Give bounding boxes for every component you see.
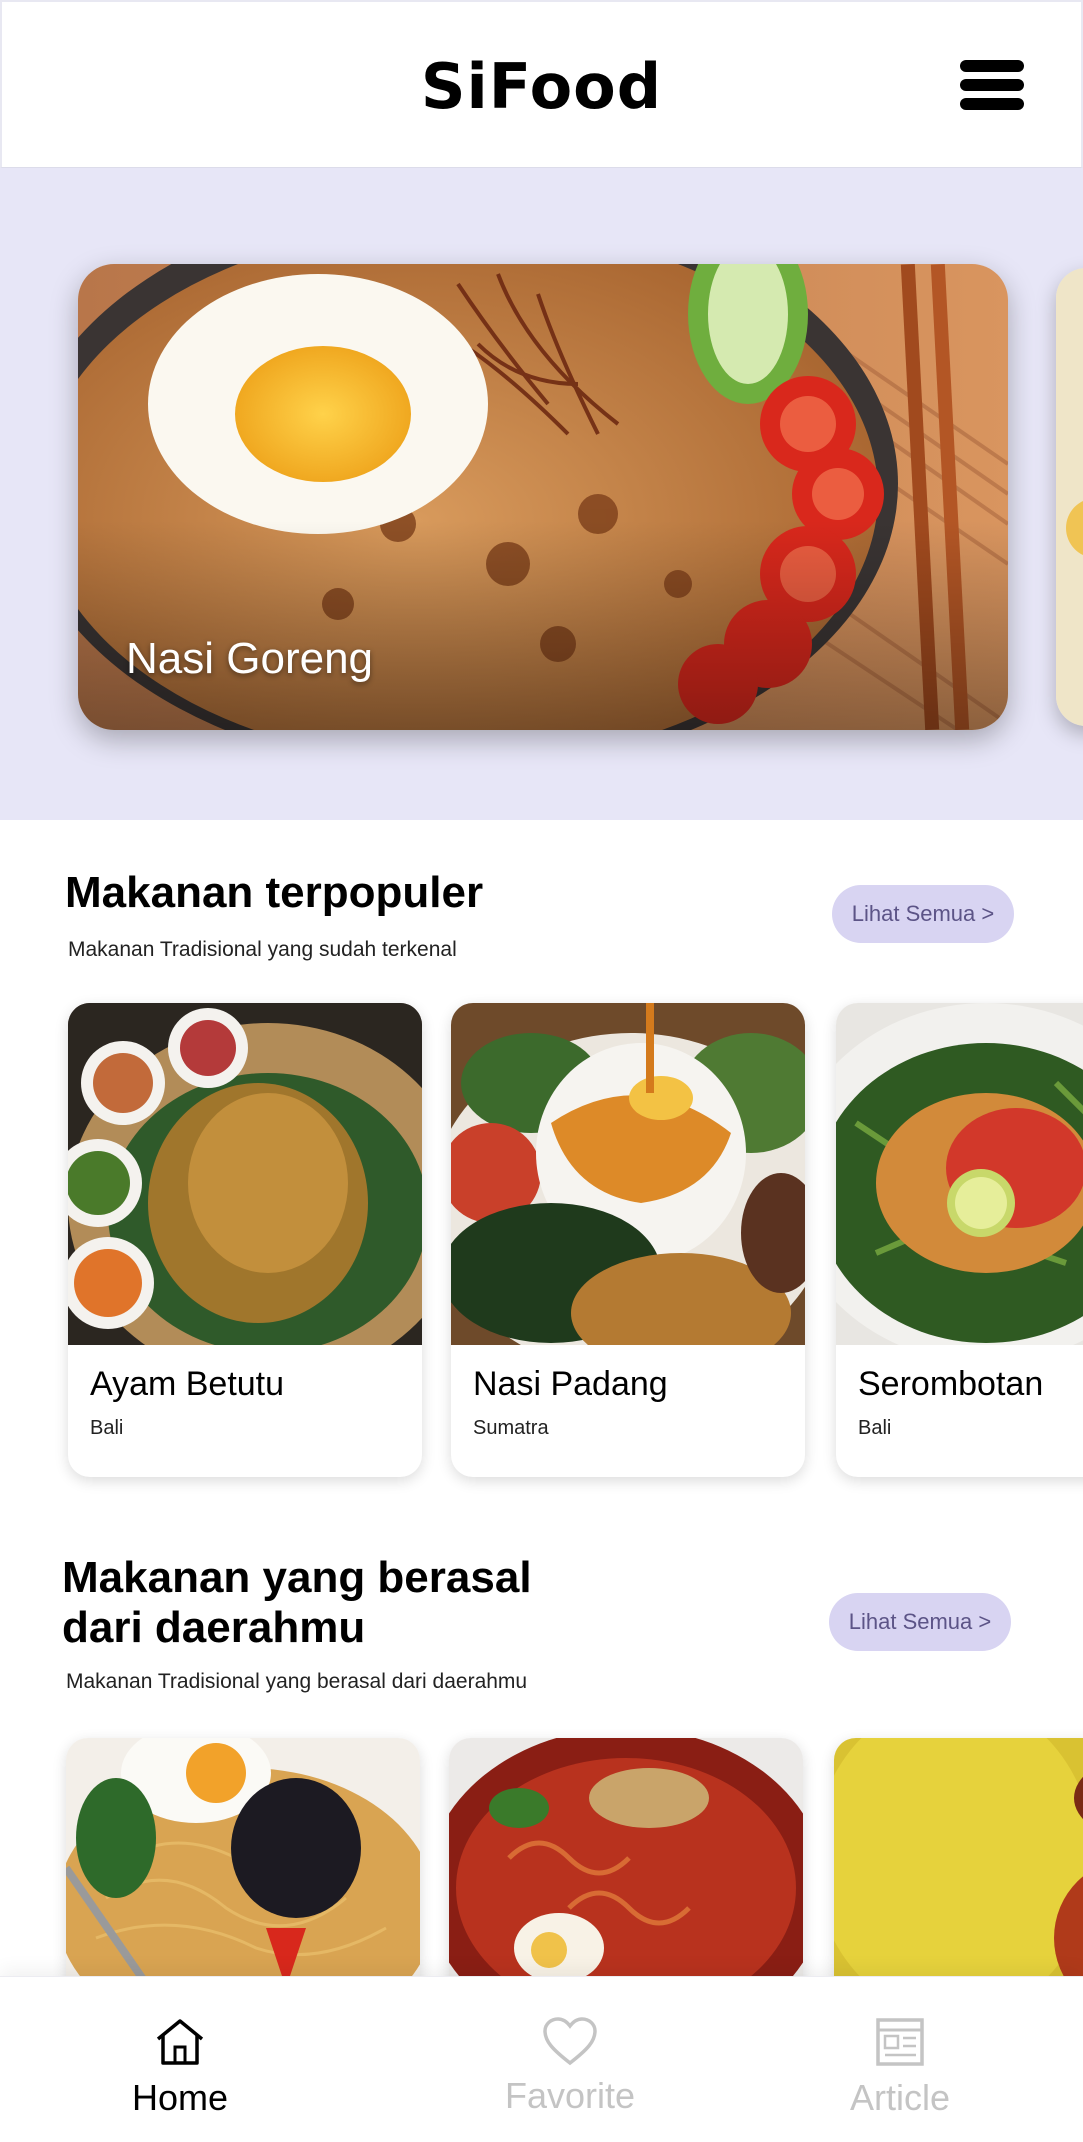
article-icon	[876, 2018, 924, 2066]
hamburger-menu-icon[interactable]	[960, 60, 1026, 110]
nav-label-favorite: Favorite	[504, 2075, 636, 2116]
nav-label-home: Home	[131, 2077, 229, 2118]
nav-item-home[interactable]: Home	[90, 1977, 270, 2142]
food-card-ayam-betutu[interactable]: Ayam Betutu Bali	[68, 1003, 422, 1477]
app-header: SiFood	[0, 0, 1083, 168]
regional-card-1[interactable]	[66, 1738, 420, 1998]
nav-item-article[interactable]: Article	[810, 1977, 990, 2142]
mie-kuah-image	[449, 1738, 803, 1998]
heart-icon	[543, 2017, 597, 2066]
popular-section-subtitle: Makanan Tradisional yang sudah terkenal	[68, 938, 457, 961]
nasi-kuning-image	[834, 1738, 1083, 1998]
regional-section-title: Makanan yang berasal dari daerahmu	[62, 1553, 532, 1653]
food-region: Sumatra	[473, 1417, 549, 1439]
regional-section-subtitle: Makanan Tradisional yang berasal dari da…	[66, 1670, 528, 1693]
hero-carousel: Nasi Goreng	[0, 168, 1083, 820]
ayam-betutu-image	[68, 1003, 422, 1345]
regional-see-all-button[interactable]: Lihat Semua >	[829, 1593, 1011, 1651]
sifood-logo: SiFood	[420, 50, 663, 123]
food-card-serombotan[interactable]: Serombotan Bali	[836, 1003, 1083, 1477]
food-name: Serombotan	[858, 1365, 1044, 1403]
bottom-navigation: Home Favorite Article	[0, 1976, 1083, 2142]
nav-label-article: Article	[849, 2077, 951, 2118]
food-name: Ayam Betutu	[90, 1365, 285, 1403]
popular-see-all-button[interactable]: Lihat Semua >	[832, 885, 1014, 943]
popular-section-title: Makanan terpopuler	[65, 868, 484, 917]
food-region: Bali	[90, 1417, 124, 1439]
regional-card-2[interactable]	[449, 1738, 803, 1998]
hero-card-nasi-goreng[interactable]: Nasi Goreng	[78, 264, 1008, 730]
hero-title: Nasi Goreng	[126, 634, 374, 683]
regional-card-3[interactable]	[834, 1738, 1083, 1998]
regional-title-line-1: Makanan yang berasal	[62, 1553, 532, 1602]
mie-dish-image	[66, 1738, 420, 1998]
serombotan-image	[836, 1003, 1083, 1345]
nav-item-favorite[interactable]: Favorite	[470, 1977, 670, 2142]
home-icon	[156, 2019, 204, 2065]
next-dish-image	[1056, 268, 1083, 726]
food-name: Nasi Padang	[473, 1365, 668, 1403]
nasi-padang-image	[451, 1003, 805, 1345]
food-card-nasi-padang[interactable]: Nasi Padang Sumatra	[451, 1003, 805, 1477]
regional-title-line-2: dari daerahmu	[62, 1603, 366, 1652]
app-screen: SiFood Nasi Goreng Makanan terpopuler Ma…	[0, 0, 1083, 2142]
hero-card-next[interactable]	[1056, 268, 1083, 726]
food-region: Bali	[858, 1417, 892, 1439]
